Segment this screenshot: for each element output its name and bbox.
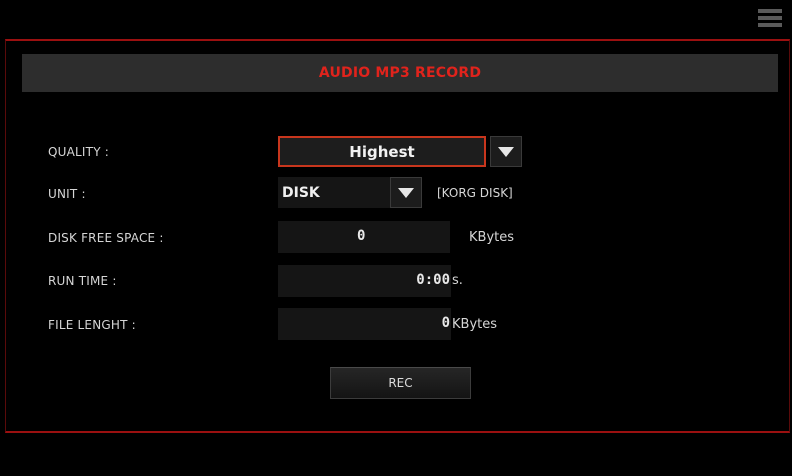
- title-bar: AUDIO MP3 RECORD: [22, 54, 778, 92]
- page-title: AUDIO MP3 RECORD: [318, 65, 482, 81]
- chevron-down-icon: [498, 146, 514, 157]
- file-length-unit: KBytes: [452, 317, 498, 332]
- rec-button[interactable]: REC: [330, 367, 471, 399]
- quality-value: Highest: [349, 142, 415, 161]
- file-length-value: 0: [441, 315, 450, 331]
- rec-button-label: REC: [388, 376, 413, 390]
- unit-select[interactable]: DISK: [278, 177, 390, 208]
- run-time-value: 0:00: [416, 272, 450, 288]
- chevron-down-icon: [398, 187, 414, 198]
- disk-free-space-field: 0: [278, 221, 450, 253]
- hamburger-menu-icon[interactable]: [758, 9, 782, 29]
- run-time-field: 0:00: [278, 265, 451, 297]
- file-length-field: 0: [278, 308, 451, 340]
- device-name: [KORG DISK]: [437, 186, 513, 200]
- quality-select[interactable]: Highest: [278, 136, 486, 167]
- disk-free-space-unit: KBytes: [469, 230, 515, 245]
- disk-free-space-label: DISK FREE SPACE :: [48, 231, 164, 245]
- quality-dropdown-button[interactable]: [490, 136, 522, 167]
- unit-value: DISK: [282, 184, 320, 201]
- disk-free-space-value: 0: [357, 228, 366, 244]
- unit-label: UNIT :: [48, 187, 86, 201]
- run-time-unit: s.: [452, 273, 463, 288]
- unit-dropdown-button[interactable]: [390, 177, 422, 208]
- run-time-label: RUN TIME :: [48, 274, 117, 288]
- quality-label: QUALITY :: [48, 145, 109, 159]
- file-length-label: FILE LENGHT :: [48, 318, 136, 332]
